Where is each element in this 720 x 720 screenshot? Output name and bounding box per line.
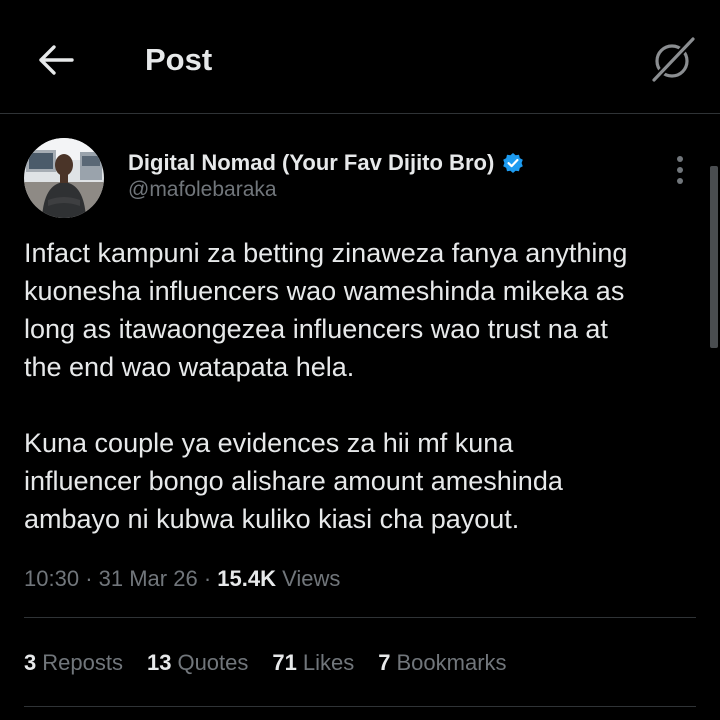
arrow-left-icon (39, 45, 74, 75)
post-time[interactable]: 10:30 (24, 566, 79, 591)
views-label[interactable]: Views (282, 566, 340, 591)
reposts-count: 3 (24, 650, 37, 675)
post-text-line: kuonesha influencers wao wameshinda mike… (24, 276, 625, 306)
bookmarks-stat[interactable]: 7 Bookmarks (378, 648, 506, 678)
post-text: Infact kampuni za betting zinaweza fanya… (24, 234, 704, 538)
divider (24, 617, 696, 618)
quotes-stat[interactable]: 13 Quotes (147, 648, 248, 678)
post-text-line: Infact kampuni za betting zinaweza fanya… (24, 238, 628, 268)
post-text-line: influencer bongo alishare amount ameshin… (24, 466, 563, 496)
author-name[interactable]: Digital Nomad (Your Fav Dijito Bro) (128, 150, 494, 176)
post-page: Post Digital Nomad (Your Fav Dijito Bro) (0, 0, 720, 720)
post-text-line: the end wao watapata hela. (24, 352, 355, 382)
meta-separator: · (85, 566, 99, 591)
post-meta: 10:30 · 31 Mar 26 · 15.4K Views (24, 564, 340, 594)
author-handle[interactable]: @mafolebaraka (128, 178, 277, 202)
quotes-count: 13 (146, 650, 172, 675)
meta-separator: · (203, 566, 218, 591)
scrollbar[interactable] (710, 166, 718, 348)
post-text-line: ambayo ni kubwa kuliko kiasi cha payout. (24, 504, 520, 534)
top-app-bar: Post (0, 0, 720, 114)
reposts-stat[interactable]: 3 Reposts (24, 648, 123, 678)
quotes-label: Quotes (177, 650, 249, 675)
more-options-button[interactable] (662, 150, 698, 190)
engagement-stats: 3 Reposts 13 Quotes 71 Likes 7 Bookmarks (24, 648, 531, 678)
post-text-line: long as itawaongezea influencers wao tru… (24, 314, 608, 344)
views-count[interactable]: 15.4K (217, 566, 276, 591)
likes-count: 71 (272, 650, 297, 675)
bookmarks-count: 7 (378, 650, 391, 675)
bookmarks-label: Bookmarks (396, 650, 507, 675)
reposts-label: Reposts (42, 650, 123, 675)
grok-button[interactable] (646, 34, 698, 86)
post-date[interactable]: 31 Mar 26 (99, 566, 198, 591)
author-name-row: Digital Nomad (Your Fav Dijito Bro) (128, 148, 524, 178)
post-text-line: Kuna couple ya evidences za hii mf kuna (24, 428, 514, 458)
avatar[interactable] (24, 138, 104, 218)
back-button[interactable] (34, 38, 78, 82)
page-title: Post (145, 42, 213, 77)
divider (24, 706, 696, 707)
likes-label: Likes (302, 650, 355, 675)
verified-badge-icon (502, 152, 524, 174)
more-vertical-icon (677, 156, 683, 184)
likes-stat[interactable]: 71 Likes (272, 648, 354, 678)
grok-icon (651, 36, 696, 83)
avatar-photo (24, 138, 104, 218)
